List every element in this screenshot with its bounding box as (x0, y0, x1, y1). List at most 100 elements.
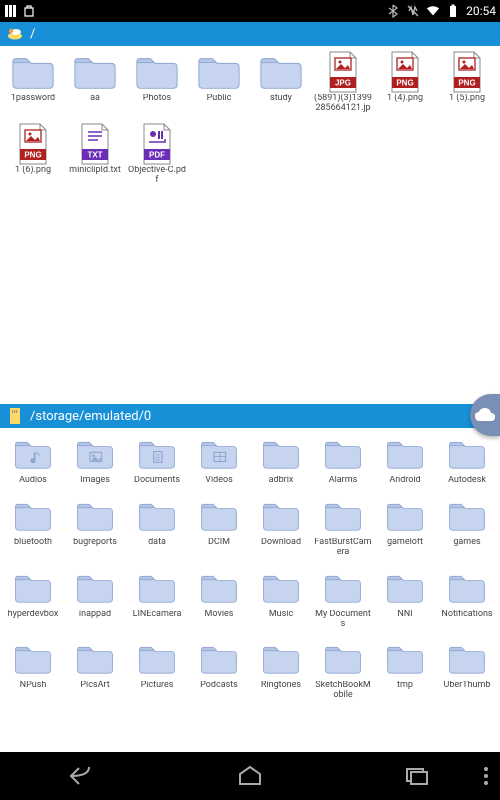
nav-recents-button[interactable] (397, 756, 437, 796)
folder-icon (71, 568, 119, 608)
vibrate-icon (406, 4, 420, 18)
folder-item[interactable]: bugreports (65, 496, 126, 558)
folder-icon (257, 496, 305, 536)
bottom-panel-header[interactable]: /storage/emulated/0 (0, 404, 500, 428)
folder-item[interactable]: PicsArt (65, 639, 126, 701)
folder-item[interactable]: Podcasts (189, 639, 250, 701)
file-item[interactable]: PNG1 (4).png (375, 52, 436, 114)
folder-item[interactable]: Download (251, 496, 312, 558)
folder-item[interactable]: Videos (189, 434, 250, 486)
svg-text:JPG: JPG (335, 79, 351, 88)
folder-item[interactable]: Audios (3, 434, 64, 486)
folder-icon (443, 568, 491, 608)
item-label: Alarms (329, 476, 358, 486)
folder-item[interactable]: aa (65, 52, 126, 114)
folder-item[interactable]: Autodesk (437, 434, 498, 486)
folder-item[interactable]: Pictures (127, 639, 188, 701)
folder-icon (133, 52, 181, 92)
battery-icon (446, 4, 460, 18)
folder-item[interactable]: UberThumb (437, 639, 498, 701)
folder-item[interactable]: Movies (189, 568, 250, 630)
status-time: 20:54 (466, 4, 496, 18)
folder-icon (443, 496, 491, 536)
folder-item[interactable]: Music (251, 568, 312, 630)
folder-item[interactable]: My Documents (313, 568, 374, 630)
folder-item[interactable]: Android (375, 434, 436, 486)
file-item[interactable]: PNG1 (5).png (437, 52, 498, 114)
folder-item[interactable]: SketchBookMobile (313, 639, 374, 701)
folder-item[interactable]: study (251, 52, 312, 114)
folder-item[interactable]: Alarms (313, 434, 374, 486)
folder-item[interactable]: Notifications (437, 568, 498, 630)
item-label: Pictures (141, 681, 174, 691)
folder-item[interactable]: FastBurstCamera (313, 496, 374, 558)
folder-item[interactable]: Images (65, 434, 126, 486)
folder-icon (319, 434, 367, 474)
notification-icon-1 (4, 4, 18, 18)
file-item[interactable]: PDFObjective-C.pdf (127, 124, 188, 186)
bottom-panel: AudiosImages Documents Videos adbrix Alarms A… (0, 428, 500, 776)
android-nav-bar (0, 752, 500, 800)
folder-icon (195, 496, 243, 536)
status-bar: 20:54 (0, 0, 500, 22)
folder-item[interactable]: NNI (375, 568, 436, 630)
folder-item[interactable]: hyperdevbox (3, 568, 64, 630)
top-panel-path: / (30, 27, 35, 42)
file-item[interactable]: JPG(5891)(3)1399285664121.jp (313, 52, 374, 114)
folder-item[interactable]: Documents (127, 434, 188, 486)
folder-icon (319, 496, 367, 536)
folder-icon (9, 52, 57, 92)
wifi-icon (426, 4, 440, 18)
folder-item[interactable]: LINEcamera (127, 568, 188, 630)
item-label: 1password (11, 94, 55, 104)
folder-item[interactable]: inappad (65, 568, 126, 630)
item-label: miniclipId.txt (69, 166, 121, 176)
folder-item[interactable]: Ringtones (251, 639, 312, 701)
file-icon: TXT (71, 124, 119, 164)
folder-item[interactable]: Public (189, 52, 250, 114)
folder-item[interactable]: 1password (3, 52, 64, 114)
folder-icon (195, 639, 243, 679)
item-label: Videos (205, 476, 233, 486)
folder-item[interactable]: tmp (375, 639, 436, 701)
file-item[interactable]: TXT miniclipId.txt (65, 124, 126, 186)
folder-icon (9, 568, 57, 608)
item-label: gameloft (387, 538, 423, 548)
item-label: Photos (143, 94, 171, 104)
folder-item[interactable]: games (437, 496, 498, 558)
folder-icon (9, 434, 57, 474)
folder-item[interactable]: adbrix (251, 434, 312, 486)
nav-home-button[interactable] (230, 756, 270, 796)
item-label: SketchBookMobile (314, 681, 372, 701)
folder-icon (257, 568, 305, 608)
folder-icon (195, 52, 243, 92)
file-icon: JPG (319, 52, 367, 92)
folder-icon (381, 434, 429, 474)
folder-icon (133, 639, 181, 679)
folder-icon (133, 496, 181, 536)
folder-icon (319, 639, 367, 679)
folder-item[interactable]: bluetooth (3, 496, 64, 558)
svg-text:PNG: PNG (24, 150, 41, 159)
folder-item[interactable]: data (127, 496, 188, 558)
item-label: Documents (134, 476, 180, 486)
folder-item[interactable]: Photos (127, 52, 188, 114)
sd-storage-icon (6, 407, 24, 425)
nav-back-button[interactable] (63, 756, 103, 796)
top-panel-header[interactable]: / (0, 22, 500, 46)
bluetooth-icon (386, 4, 400, 18)
item-label: tmp (397, 681, 413, 691)
folder-item[interactable]: DCIM (189, 496, 250, 558)
folder-icon (443, 639, 491, 679)
item-label: study (270, 94, 292, 104)
folder-icon (381, 496, 429, 536)
file-item[interactable]: PNG1 (6).png (3, 124, 64, 186)
item-label: LINEcamera (133, 610, 182, 620)
folder-icon (9, 496, 57, 536)
item-label: hyperdevbox (8, 610, 59, 620)
item-label: Notifications (441, 610, 492, 620)
nav-menu-button[interactable] (484, 767, 488, 785)
folder-item[interactable]: gameloft (375, 496, 436, 558)
file-icon: PDF (133, 124, 181, 164)
folder-item[interactable]: NPush (3, 639, 64, 701)
